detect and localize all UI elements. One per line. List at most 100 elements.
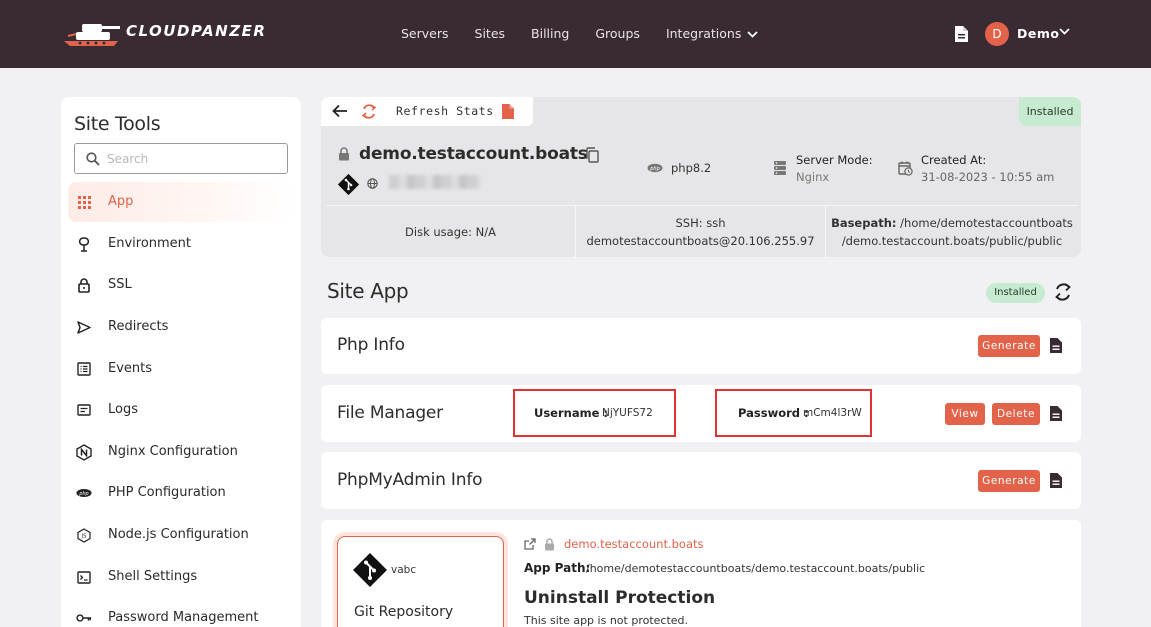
status-badge: Installed: [986, 283, 1045, 303]
delete-button[interactable]: Delete: [992, 403, 1040, 425]
search-input[interactable]: [107, 150, 277, 168]
phpmyadmin-title: PhpMyAdmin Info: [337, 470, 483, 490]
site-toolbar: Refresh Stats: [321, 97, 533, 126]
sidebar-item-label: Node.js Configuration: [108, 527, 249, 542]
username-box: Username : NjYUFS72: [513, 389, 676, 437]
tank-logo-icon: [64, 24, 120, 46]
password-value: mCm4l3rW: [803, 407, 862, 419]
logs-icon: [76, 402, 92, 418]
search-box[interactable]: [74, 143, 288, 174]
app-domain-link[interactable]: demo.testaccount.boats: [564, 537, 704, 551]
sidebar-item-shell-settings[interactable]: Shell Settings: [68, 557, 294, 597]
brand-logo[interactable]: CLOUDPANZER: [62, 14, 265, 48]
php-icon: php: [76, 485, 92, 501]
sidebar-item-label: Password Management: [108, 610, 259, 625]
sidebar-item-ssl[interactable]: SSL: [68, 265, 294, 305]
sidebar-item-password-management[interactable]: Password Management: [68, 598, 294, 627]
user-name[interactable]: Demo: [1017, 26, 1059, 41]
sidebar-item-app[interactable]: App: [68, 182, 294, 222]
sidebar-item-label: Environment: [108, 236, 192, 251]
sidebar-item-php-configuration[interactable]: php PHP Configuration: [68, 473, 294, 513]
generate-button[interactable]: Generate: [978, 335, 1040, 357]
key-icon: [76, 610, 92, 626]
list-icon: [76, 361, 92, 377]
sidebar-item-logs[interactable]: Logs: [68, 390, 294, 430]
lock-icon: [545, 538, 554, 551]
sync-icon[interactable]: [1053, 281, 1073, 303]
server-mode-value: Nginx: [796, 170, 830, 184]
sidebar-item-label: Events: [108, 361, 153, 376]
php-icon: php: [647, 163, 663, 173]
nginx-icon: [76, 443, 92, 461]
username-label: Username :: [534, 406, 608, 420]
basepath-label: Basepath:: [831, 216, 897, 230]
sidebar-item-label: Logs: [108, 402, 138, 417]
nav-servers[interactable]: Servers: [401, 26, 449, 41]
external-link-icon[interactable]: [524, 538, 536, 550]
svg-text:php: php: [78, 491, 88, 497]
search-icon: [86, 152, 100, 166]
git-repository-card[interactable]: vabc Git Repository: [337, 536, 504, 627]
site-domain: demo.testaccount.boats: [359, 144, 588, 164]
sidebar-item-nodejs-configuration[interactable]: JS Node.js Configuration: [68, 515, 294, 555]
document-icon[interactable]: [954, 25, 969, 43]
generate-button[interactable]: Generate: [978, 470, 1040, 492]
basepath-info: Basepath: /home/demotestaccountboats /de…: [825, 206, 1078, 258]
calendar-clock-icon: [898, 161, 913, 176]
nav-groups[interactable]: Groups: [595, 26, 640, 41]
user-avatar[interactable]: D: [985, 22, 1009, 46]
refresh-stats-button[interactable]: Refresh Stats: [396, 104, 494, 118]
copy-icon[interactable]: [585, 147, 599, 163]
back-arrow-icon[interactable]: [332, 104, 348, 118]
nav-billing[interactable]: Billing: [531, 26, 569, 41]
view-button[interactable]: View: [945, 403, 985, 425]
password-box: Password : mCm4l3rW: [715, 389, 872, 437]
uninstall-protection-title: Uninstall Protection: [524, 588, 716, 608]
terminal-icon: [76, 569, 92, 585]
document-icon[interactable]: [1049, 405, 1063, 422]
app-path-label: App Path:: [524, 561, 591, 575]
site-tools-sidebar: Site Tools App Environment SSL Redirects…: [61, 97, 301, 627]
nodejs-icon: JS: [76, 527, 92, 543]
sidebar-item-label: Shell Settings: [108, 569, 198, 584]
send-icon: [76, 319, 92, 335]
git-repository-label: Git Repository: [354, 604, 454, 620]
basepath-line-2: /demo.testaccount.boats/public/public: [841, 234, 1063, 248]
uninstall-protection-status: This site app is not protected.: [524, 614, 689, 627]
sidebar-item-nginx-configuration[interactable]: Nginx Configuration: [68, 432, 294, 472]
site-summary-card: Refresh Stats Installed demo.testaccount…: [321, 97, 1081, 258]
lock-icon: [339, 147, 349, 161]
chevron-down-icon[interactable]: [1059, 28, 1070, 35]
sidebar-item-label: PHP Configuration: [108, 485, 226, 500]
php-version: php8.2: [671, 161, 712, 175]
php-info-card: Php Info Generate: [321, 318, 1081, 374]
lock-icon: [76, 277, 92, 293]
document-icon[interactable]: [501, 103, 515, 120]
created-at-label: Created At:: [921, 153, 987, 167]
svg-text:JS: JS: [81, 533, 87, 539]
file-manager-title: File Manager: [337, 403, 443, 423]
file-manager-card: File Manager Username : NjYUFS72 Passwor…: [321, 385, 1081, 442]
phpmyadmin-card: PhpMyAdmin Info Generate: [321, 452, 1081, 509]
refresh-icon[interactable]: [361, 103, 377, 120]
site-app-title: Site App: [327, 279, 409, 303]
nav-sites[interactable]: Sites: [475, 26, 506, 41]
document-icon[interactable]: [1049, 337, 1063, 354]
sidebar-item-redirects[interactable]: Redirects: [68, 307, 294, 347]
nav-integrations[interactable]: Integrations: [666, 26, 758, 41]
sidebar-item-label: Redirects: [108, 319, 169, 334]
sidebar-item-environment[interactable]: Environment: [68, 224, 294, 264]
globe-icon: [367, 178, 378, 189]
grid-icon: [76, 194, 92, 210]
svg-text:php: php: [649, 166, 660, 172]
sidebar-item-events[interactable]: Events: [68, 349, 294, 389]
site-stats-row: Disk usage: N/A SSH: ssh demotestaccount…: [326, 205, 1078, 258]
top-navbar: CLOUDPANZER Servers Sites Billing Groups…: [0, 0, 1151, 68]
git-icon: [338, 174, 359, 195]
ssh-line-1: SSH: ssh: [675, 216, 726, 230]
document-icon[interactable]: [1049, 472, 1063, 489]
status-badge: Installed: [1019, 97, 1081, 126]
disk-usage: Disk usage: N/A: [405, 225, 496, 239]
ssh-info: SSH: ssh demotestaccountboats@20.106.255…: [575, 206, 825, 258]
brand-name: CLOUDPANZER: [126, 22, 267, 40]
